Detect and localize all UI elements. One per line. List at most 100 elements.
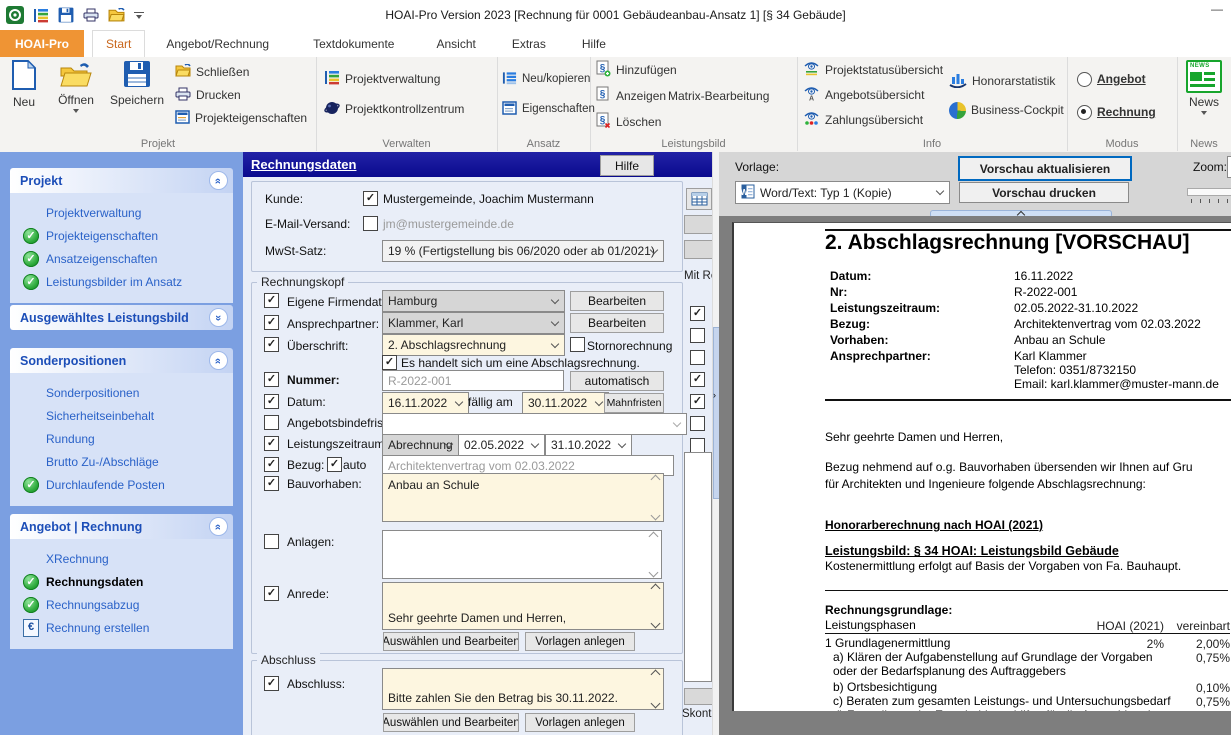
- leistungszeitraum-checkbox[interactable]: [264, 436, 279, 451]
- radio-icon[interactable]: [1077, 104, 1092, 120]
- sidebar-item-brutto[interactable]: Brutto Zu-/Abschläge: [10, 450, 233, 473]
- abschluss-auswaehlen-button[interactable]: Auswählen und Bearbeiten: [383, 713, 519, 732]
- honorarstatistik-button[interactable]: Honorarstatistik: [949, 72, 1055, 90]
- app-logo-icon[interactable]: [6, 6, 24, 24]
- nummer-checkbox[interactable]: [264, 372, 279, 387]
- bezug-auto-checkbox[interactable]: [327, 457, 342, 472]
- project-list-icon[interactable]: [33, 8, 49, 23]
- tab-hoai-pro[interactable]: HOAI-Pro: [0, 30, 84, 57]
- scrollbar[interactable]: [650, 669, 661, 709]
- print-icon[interactable]: [83, 8, 99, 22]
- sidebar-item-rechnungsdaten[interactable]: Rechnungsdaten: [10, 570, 233, 593]
- projekteigenschaften-button[interactable]: Projekteigenschaften: [175, 109, 307, 127]
- anrede-vorlagen-button[interactable]: Vorlagen anlegen: [525, 632, 635, 651]
- angebotsbindefrist-select[interactable]: [382, 413, 687, 435]
- datum-select[interactable]: 16.11.2022: [382, 392, 469, 414]
- mit-rechnung-checkbox[interactable]: [690, 438, 705, 453]
- side-button-2[interactable]: [684, 240, 712, 259]
- projektstatusuebersicht-button[interactable]: Projektstatusübersicht: [803, 61, 943, 79]
- vorschau-drucken-button[interactable]: Vorschau drucken: [959, 182, 1129, 203]
- zeitraum-modus-select[interactable]: Abrechnung: [382, 434, 459, 456]
- datum-checkbox[interactable]: [264, 394, 279, 409]
- side-listbox[interactable]: [684, 452, 712, 682]
- scroll-arrows[interactable]: [648, 531, 659, 578]
- oeffnen-button[interactable]: Öffnen: [50, 60, 102, 113]
- mit-rechnung-checkbox[interactable]: [690, 416, 705, 431]
- automatisch-button[interactable]: automatisch: [570, 371, 664, 391]
- matrix-bearbeitung-button[interactable]: Matrix-Bearbeitung: [668, 87, 769, 105]
- tab-extras[interactable]: Extras: [499, 30, 559, 57]
- side-button-1[interactable]: [684, 215, 712, 234]
- mit-rechnung-checkbox[interactable]: [690, 394, 705, 409]
- zahlungsuebersicht-button[interactable]: Zahlungsübersicht: [803, 111, 923, 129]
- projektkontrollzentrum-button[interactable]: Projektkontrollzentrum: [324, 100, 464, 118]
- zoom-slider[interactable]: [1187, 188, 1231, 196]
- bauvorhaben-checkbox[interactable]: [264, 476, 279, 491]
- tab-ansicht[interactable]: Ansicht: [423, 30, 488, 57]
- news-button[interactable]: NEWS News: [1185, 60, 1223, 115]
- anlagen-checkbox[interactable]: [264, 534, 279, 549]
- hinzufuegen-button[interactable]: § Hinzufügen: [596, 60, 677, 79]
- sidebar-item-ansatzeigenschaften[interactable]: Ansatzeigenschaften: [10, 247, 233, 270]
- mwst-select[interactable]: 19 % (Fertigstellung bis 06/2020 oder ab…: [382, 240, 664, 262]
- angebotsuebersicht-button[interactable]: A Angebotsübersicht: [803, 86, 924, 104]
- mit-rechnung-checkbox[interactable]: [690, 328, 705, 343]
- abschlagsrechnung-checkbox[interactable]: [382, 355, 397, 370]
- stornorechnung-checkbox[interactable]: [570, 337, 585, 352]
- anrede-textarea[interactable]: Sehr geehrte Damen und Herren,: [382, 582, 664, 630]
- sidebar-section-header[interactable]: Ausgewähltes Leistungsbild »: [10, 305, 233, 330]
- sidebar-item-rundung[interactable]: Rundung: [10, 427, 233, 450]
- anlagen-textarea[interactable]: [382, 530, 662, 579]
- sidebar-section-header[interactable]: Projekt »: [10, 168, 233, 193]
- tab-textdokumente[interactable]: Textdokumente: [300, 30, 407, 57]
- zeitraum-von-select[interactable]: 02.05.2022: [458, 434, 545, 456]
- splitter-arrow-icon[interactable]: ›: [713, 390, 716, 400]
- firmendaten-select[interactable]: Hamburg: [382, 290, 565, 312]
- faellig-select[interactable]: 30.11.2022: [522, 392, 609, 414]
- business-cockpit-button[interactable]: Business-Cockpit: [949, 101, 1064, 119]
- angebotsbindefrist-checkbox[interactable]: [264, 415, 279, 430]
- firmendaten-bearbeiten-button[interactable]: Bearbeiten: [570, 291, 664, 311]
- neu-button[interactable]: Neu: [2, 59, 46, 109]
- mit-rechnung-checkbox[interactable]: [690, 372, 705, 387]
- kunde-checkbox[interactable]: [363, 191, 378, 206]
- neu-kopieren-button[interactable]: Neu/kopieren: [502, 70, 590, 88]
- schliessen-button[interactable]: Schließen: [175, 63, 249, 81]
- radio-icon[interactable]: [1077, 71, 1092, 87]
- sidebar-item-sicherheitseinbehalt[interactable]: Sicherheitseinbehalt: [10, 404, 233, 427]
- collapse-chevron-icon[interactable]: »: [209, 171, 228, 190]
- minimize-button[interactable]: —: [1211, 2, 1223, 16]
- modus-rechnung-radio[interactable]: Rechnung: [1077, 103, 1156, 121]
- loeschen-button[interactable]: § Löschen: [596, 112, 661, 131]
- abschluss-textarea[interactable]: Bitte zahlen Sie den Betrag bis 30.11.20…: [382, 668, 664, 710]
- email-versand-checkbox[interactable]: [363, 216, 378, 231]
- eigenschaften-button[interactable]: Eigenschaften: [502, 100, 595, 118]
- customize-quickaccess-icon[interactable]: [134, 11, 144, 19]
- abschluss-checkbox[interactable]: [264, 676, 279, 691]
- kunden-tabelle-button[interactable]: [686, 188, 712, 210]
- projektverwaltung-button[interactable]: Projektverwaltung: [324, 70, 440, 88]
- zeitraum-bis-select[interactable]: 31.10.2022: [545, 434, 632, 456]
- scroll-arrows[interactable]: [650, 474, 661, 521]
- mahnfristen-button[interactable]: Mahnfristen: [604, 393, 664, 413]
- bezug-checkbox[interactable]: [264, 457, 279, 472]
- mit-rechnung-checkbox[interactable]: [690, 350, 705, 365]
- expand-chevron-icon[interactable]: »: [209, 308, 228, 327]
- modus-angebot-radio[interactable]: Angebot: [1077, 70, 1146, 88]
- nummer-input[interactable]: R-2022-001: [382, 370, 564, 391]
- sidebar-section-header[interactable]: Angebot | Rechnung »: [10, 514, 233, 539]
- tab-hilfe[interactable]: Hilfe: [569, 30, 619, 57]
- firmendaten-checkbox[interactable]: [264, 293, 279, 308]
- tab-angebot-rechnung[interactable]: Angebot/Rechnung: [153, 30, 282, 57]
- collapse-chevron-icon[interactable]: »: [209, 351, 228, 370]
- sidebar-item-projekteigenschaften[interactable]: Projekteigenschaften: [10, 224, 233, 247]
- abschluss-vorlagen-button[interactable]: Vorlagen anlegen: [525, 713, 635, 732]
- ansprechpartner-checkbox[interactable]: [264, 315, 279, 330]
- anzeigen-button[interactable]: § Anzeigen: [596, 86, 666, 105]
- sidebar-item-projektverwaltung[interactable]: Projektverwaltung: [10, 201, 233, 224]
- sidebar-item-xrechnung[interactable]: XRechnung: [10, 547, 233, 570]
- speichern-button[interactable]: Speichern: [106, 60, 168, 107]
- bauvorhaben-textarea[interactable]: Anbau an Schule: [382, 473, 664, 522]
- sidebar-item-sonderpositionen[interactable]: Sonderpositionen: [10, 381, 233, 404]
- sidebar-item-leistungsbilder[interactable]: Leistungsbilder im Ansatz: [10, 270, 233, 293]
